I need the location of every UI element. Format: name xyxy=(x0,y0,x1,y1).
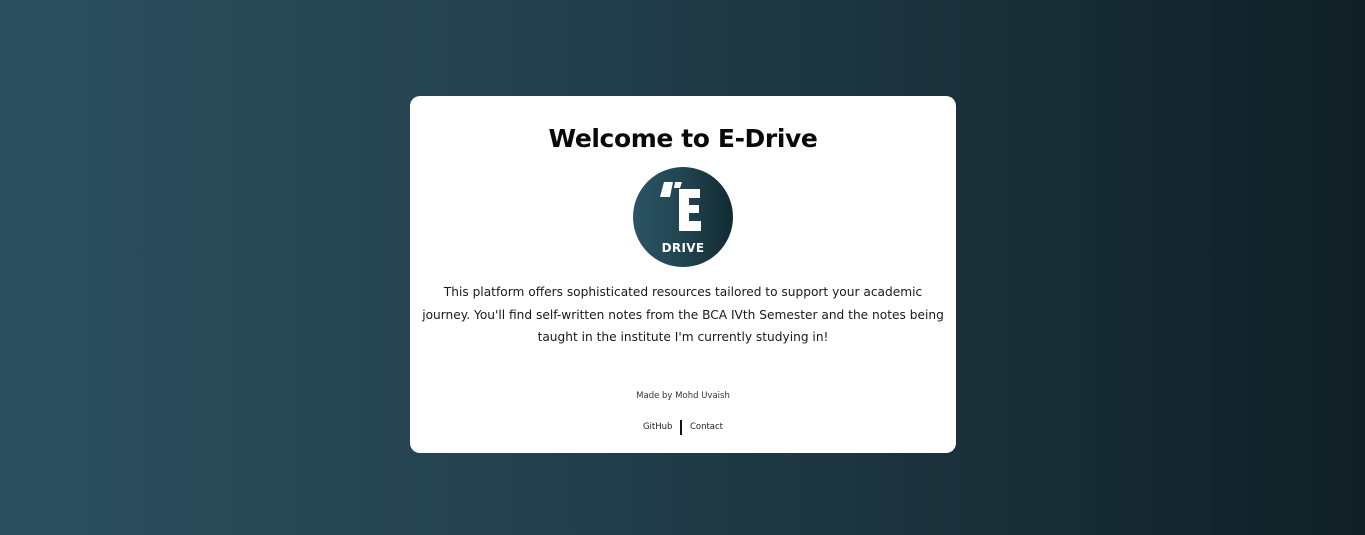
footer-links: GitHub Contact xyxy=(410,419,956,435)
github-link[interactable]: GitHub xyxy=(643,422,672,432)
e-drive-logo-graphic: DRIVE xyxy=(660,182,705,255)
e-drive-logo-icon: DRIVE xyxy=(633,167,733,267)
credit-text: Made by Mohd Uvaish xyxy=(636,391,730,401)
logo-flap-right xyxy=(674,182,682,188)
logo-flap-left xyxy=(660,182,673,197)
welcome-card: Welcome to E-Drive DRIVE This platform o… xyxy=(410,96,956,453)
description-text: This platform offers sophisticated resou… xyxy=(422,285,944,344)
link-divider xyxy=(680,419,682,435)
page-title: Welcome to E-Drive xyxy=(548,124,818,153)
logo-e-letter xyxy=(679,189,701,231)
contact-link[interactable]: Contact xyxy=(690,422,723,432)
logo-drive-text: DRIVE xyxy=(662,241,705,255)
